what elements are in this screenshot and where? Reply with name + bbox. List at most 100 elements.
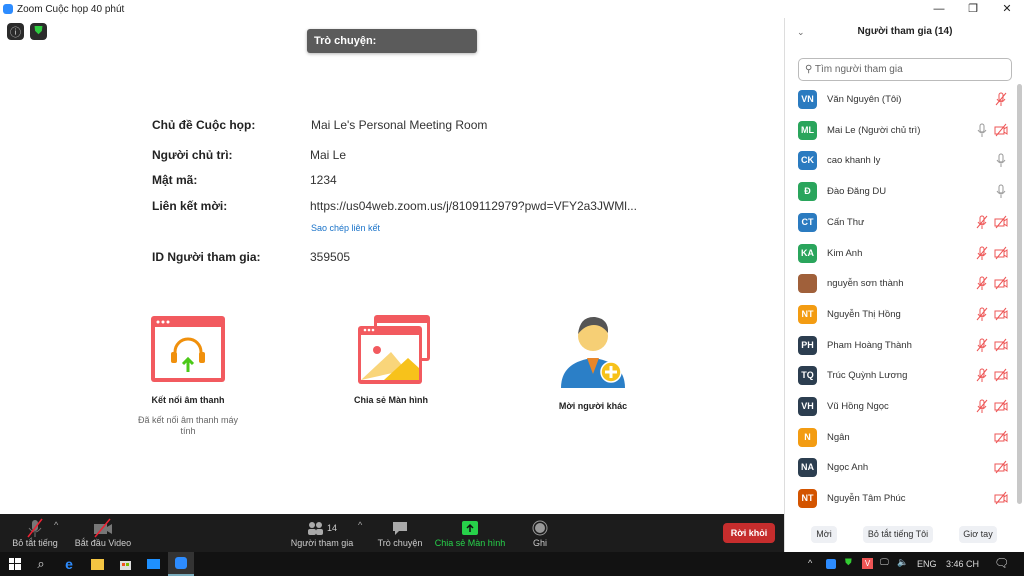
participant-row[interactable]: KA Kim Anh: [785, 242, 1015, 272]
video-off-icon: [994, 338, 1008, 352]
avatar: KA: [798, 243, 817, 263]
participant-row[interactable]: NT Nguyễn Thị Hồng: [785, 303, 1015, 333]
participant-row[interactable]: NT Nguyễn Tâm Phúc: [785, 487, 1015, 517]
clock[interactable]: 3:46 CH: [946, 559, 979, 569]
passcode-label: Mật mã:: [152, 173, 198, 187]
meeting-toolbar: Bỏ tắt tiếng ^ Bắt đầu Video 14 Người th…: [0, 514, 784, 552]
leave-meeting-button[interactable]: Rời khỏi: [723, 523, 775, 543]
share-screen-action[interactable]: Chia sẻ Màn hình: [336, 314, 446, 405]
avatar: VH: [798, 397, 817, 416]
chat-button[interactable]: Trò chuyện: [372, 518, 428, 548]
file-explorer-icon[interactable]: [84, 552, 110, 576]
title-bar: Zoom Cuộc họp 40 phút: [0, 0, 784, 18]
record-label: Ghi: [532, 538, 547, 548]
avatar: ML: [798, 120, 817, 140]
invite-link-value: https://us04web.zoom.us/j/8109112979?pwd…: [310, 199, 637, 213]
zoom-tray-icon[interactable]: [826, 559, 836, 569]
video-off-icon: [994, 368, 1008, 382]
network-icon[interactable]: 🖵: [880, 557, 889, 568]
security-shield-icon[interactable]: ⛊: [30, 23, 47, 40]
participant-row[interactable]: nguyễn sơn thành: [785, 272, 1015, 302]
mail-icon[interactable]: [140, 552, 166, 576]
vietkey-tray-icon[interactable]: V: [862, 558, 873, 569]
participant-name: Nguyễn Thị Hồng: [827, 308, 901, 320]
video-off-icon: [994, 215, 1008, 229]
participant-row[interactable]: Đ Đào Đăng DU: [785, 180, 1015, 210]
participant-row[interactable]: CT Cấn Thư: [785, 211, 1015, 241]
raise-hand-button[interactable]: Giơ tay: [959, 526, 997, 543]
video-off-icon: [994, 246, 1008, 260]
invite-button[interactable]: Mời: [811, 526, 837, 543]
participants-count: 14: [326, 523, 337, 533]
participant-id-value: 359505: [310, 250, 351, 264]
search-placeholder: Tìm người tham gia: [814, 64, 903, 75]
invite-others-label: Mời người khác: [558, 401, 628, 411]
mute-label: Bỏ tắt tiếng: [12, 538, 58, 548]
language-indicator[interactable]: ENG: [917, 559, 937, 569]
participant-list-scrollbar[interactable]: [1017, 84, 1022, 504]
tray-overflow-icon[interactable]: ^: [808, 558, 812, 568]
participant-row[interactable]: N Ngân: [785, 426, 1015, 456]
start-video-button[interactable]: Bắt đầu Video: [72, 518, 134, 548]
copy-link-button[interactable]: Sao chép liên kết: [311, 223, 380, 233]
participant-row[interactable]: PH Pham Hoàng Thành: [785, 334, 1015, 364]
record-icon: [522, 518, 558, 538]
avatar: N: [798, 427, 817, 447]
video-off-icon: [994, 276, 1008, 290]
participant-row[interactable]: ML Mai Le (Người chủ trì): [785, 119, 1015, 149]
mic-muted-icon: [994, 92, 1008, 106]
mic-muted-icon: [975, 246, 989, 260]
join-audio-action[interactable]: Kết nối âm thanh Đã kết nối âm thanh máy…: [133, 314, 243, 437]
participants-caret-icon[interactable]: ^: [358, 520, 362, 530]
passcode-value: 1234: [310, 173, 337, 187]
meeting-topic-label: Chủ đề Cuộc họp:: [152, 118, 256, 132]
video-off-icon: [994, 399, 1008, 413]
search-taskbar-icon[interactable]: ⌕: [28, 552, 54, 576]
audio-options-caret-icon[interactable]: ^: [54, 520, 58, 530]
window-title: Zoom Cuộc họp 40 phút: [17, 3, 125, 15]
mic-muted-icon: [975, 338, 989, 352]
store-icon[interactable]: [112, 552, 138, 576]
video-off-icon: [994, 491, 1008, 505]
mic-muted-icon: [975, 399, 989, 413]
participant-row[interactable]: VN Văn Nguyên (Tôi): [785, 88, 1015, 118]
close-button[interactable]: ✕: [990, 0, 1024, 18]
avatar: [798, 274, 817, 294]
notifications-icon[interactable]: 🗨: [994, 556, 1009, 570]
minimize-button[interactable]: —: [922, 0, 956, 18]
participant-name: Đào Đăng DU: [827, 186, 887, 198]
participant-name: Vũ Hồng Ngọc: [827, 401, 889, 412]
avatar: VN: [798, 90, 817, 109]
chat-bubble-icon: [372, 518, 428, 538]
share-screen-button[interactable]: Chia sẻ Màn hình: [432, 518, 508, 548]
zoom-taskbar-icon[interactable]: [168, 552, 194, 576]
headphones-window-icon: [151, 316, 225, 382]
participant-name: Kim Anh: [827, 247, 863, 259]
video-off-icon: [994, 460, 1008, 474]
participant-search-input[interactable]: ⚲ Tìm người tham gia: [798, 58, 1012, 81]
participant-row[interactable]: VH Vũ Hồng Ngọc: [785, 395, 1015, 425]
video-off-icon: [994, 430, 1008, 444]
participant-row[interactable]: TQ Trúc Quỳnh Lương: [785, 364, 1015, 394]
mic-icon: [975, 123, 989, 137]
volume-icon[interactable]: 🔈: [897, 557, 908, 568]
restore-button[interactable]: ❐: [956, 0, 990, 18]
meeting-topic-value: Mai Le's Personal Meeting Room: [311, 118, 488, 132]
security-tray-icon[interactable]: ⛊: [845, 557, 852, 568]
participant-row[interactable]: NA Ngọc Anh: [785, 456, 1015, 486]
record-button[interactable]: Ghi: [522, 518, 558, 548]
participant-row[interactable]: CK cao khanh ly: [785, 149, 1015, 179]
edge-browser-icon[interactable]: e: [56, 552, 82, 576]
invite-others-action[interactable]: Mời người khác: [538, 314, 648, 411]
video-off-icon: [994, 123, 1008, 137]
chat-label: Trò chuyện: [377, 538, 423, 548]
mute-me-button[interactable]: Bỏ tắt tiếng Tôi: [863, 526, 933, 543]
mic-icon: [994, 153, 1008, 168]
participant-name: Ngân: [827, 431, 850, 443]
participant-name: Cấn Thư: [827, 216, 865, 228]
mic-icon: [994, 184, 1008, 199]
participants-button[interactable]: 14 Người tham gia: [286, 518, 358, 548]
avatar: Đ: [798, 182, 817, 202]
windows-start-icon[interactable]: [2, 552, 28, 576]
info-icon[interactable]: ⓘ: [7, 23, 24, 40]
